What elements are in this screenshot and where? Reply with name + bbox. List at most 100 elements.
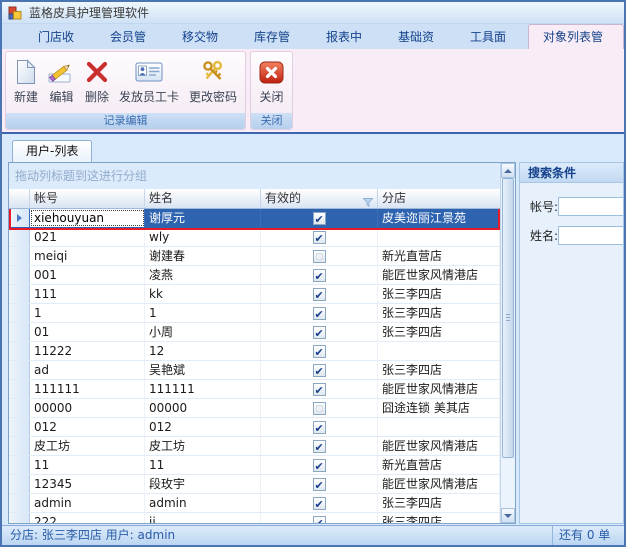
arrow-down-icon [504, 514, 512, 518]
change-password-button[interactable]: 更改密码 [184, 54, 242, 112]
checkbox-unchecked[interactable] [313, 250, 326, 263]
table-row[interactable]: 021wly [9, 228, 500, 247]
row-indicator [9, 513, 30, 523]
checkbox-checked[interactable] [313, 478, 326, 491]
close-window-icon [259, 57, 284, 87]
grid-rows-area: xiehouyuan谢厚元皮美迩丽江景苑021wlymeiqi谢建春新光直营店0… [9, 209, 500, 523]
checkbox-checked[interactable] [313, 497, 326, 510]
table-row[interactable]: adminadmin张三李四店 [9, 494, 500, 513]
checkbox-checked[interactable] [313, 516, 326, 524]
row-indicator [9, 342, 30, 360]
cell-branch [378, 228, 500, 246]
table-row[interactable]: 111111111111能匠世家风情港店 [9, 380, 500, 399]
button-label: 更改密码 [189, 90, 237, 104]
edit-button[interactable]: 编辑 [43, 54, 80, 112]
cell-valid [261, 361, 378, 379]
checkbox-checked[interactable] [313, 231, 326, 244]
scrollbar-thumb[interactable] [502, 178, 514, 458]
checkbox-unchecked[interactable] [313, 402, 326, 415]
ribbon-tab-2[interactable]: 移交物品 [168, 25, 240, 49]
table-row[interactable]: xiehouyuan谢厚元皮美迩丽江景苑 [9, 209, 500, 228]
checkbox-checked[interactable] [313, 212, 326, 225]
ribbon-tab-3[interactable]: 库存管理 [240, 25, 312, 49]
table-row[interactable]: 0000000000囧途连锁 美其店 [9, 399, 500, 418]
checkbox-checked[interactable] [313, 288, 326, 301]
checkbox-checked[interactable] [313, 364, 326, 377]
account-field-label: 帐号: [530, 198, 558, 215]
cell-name: 谢厚元 [145, 209, 261, 227]
checkbox-checked[interactable] [313, 326, 326, 339]
ribbon-group-caption: 记录编辑 [6, 113, 245, 129]
ribbon-tab-5[interactable]: 基础资料 [384, 25, 456, 49]
checkbox-checked[interactable] [313, 307, 326, 320]
cell-account: 021 [30, 228, 145, 246]
table-row[interactable]: ad吴艳斌张三李四店 [9, 361, 500, 380]
row-indicator [9, 323, 30, 341]
column-header-valid[interactable]: 有效的 [261, 189, 378, 208]
cell-valid [261, 247, 378, 265]
cell-account: 111 [30, 285, 145, 303]
delete-button[interactable]: 删除 [80, 54, 114, 112]
column-header-branch[interactable]: 分店 [378, 189, 500, 208]
vertical-scrollbar[interactable] [500, 163, 515, 523]
cell-valid [261, 399, 378, 417]
column-header-account[interactable]: 帐号 [30, 189, 145, 208]
row-indicator [9, 418, 30, 436]
user-list-grid: 拖动列标题到这进行分组 帐号 姓名 有效的 分店 xiehouyuan谢厚元皮美… [8, 162, 516, 524]
cell-valid [261, 513, 378, 523]
row-indicator [9, 361, 30, 379]
checkbox-checked[interactable] [313, 269, 326, 282]
ribbon-tab-1[interactable]: 会员管理 [96, 25, 168, 49]
ribbon-tab-7[interactable]: 对象列表管理 [528, 24, 624, 49]
table-row[interactable]: 001凌燕能匠世家风情港店 [9, 266, 500, 285]
cell-name: 谢建春 [145, 247, 261, 265]
cell-valid [261, 209, 378, 227]
cell-branch: 能匠世家风情港店 [378, 437, 500, 455]
cell-branch: 能匠世家风情港店 [378, 380, 500, 398]
app-grid-icon [8, 6, 22, 20]
document-tab-user-list[interactable]: 用户-列表 [12, 140, 92, 162]
table-row[interactable]: 222jj张三李四店 [9, 513, 500, 523]
column-header-name[interactable]: 姓名 [145, 189, 261, 208]
table-row[interactable]: 012012 [9, 418, 500, 437]
title-bar: 蓝格皮具护理管理软件 [2, 2, 624, 24]
cell-account: 12345 [30, 475, 145, 493]
cell-branch: 张三李四店 [378, 361, 500, 379]
table-row[interactable]: 111kk张三李四店 [9, 285, 500, 304]
checkbox-checked[interactable] [313, 421, 326, 434]
table-row[interactable]: 11张三李四店 [9, 304, 500, 323]
table-row[interactable]: 12345段玫宇能匠世家风情港店 [9, 475, 500, 494]
checkbox-checked[interactable] [313, 345, 326, 358]
ribbon-group-caption: 关闭 [251, 113, 292, 129]
cell-name: 段玫宇 [145, 475, 261, 493]
ribbon-tab-6[interactable]: 工具面板 [456, 25, 528, 49]
table-row[interactable]: 01小周张三李四店 [9, 323, 500, 342]
cell-valid [261, 228, 378, 246]
ribbon-group-1: 关闭关闭 [250, 51, 293, 130]
new-button[interactable]: 新建 [9, 54, 43, 112]
filter-funnel-icon[interactable] [363, 194, 373, 208]
cell-account: 01 [30, 323, 145, 341]
row-indicator [9, 399, 30, 417]
checkbox-checked[interactable] [313, 459, 326, 472]
checkbox-checked[interactable] [313, 440, 326, 453]
table-row[interactable]: meiqi谢建春新光直营店 [9, 247, 500, 266]
cell-branch: 新光直营店 [378, 456, 500, 474]
ribbon-tab-0[interactable]: 门店收银 [24, 25, 96, 49]
close-button[interactable]: 关闭 [254, 54, 289, 112]
scroll-up-button[interactable] [501, 163, 515, 178]
issue-employee-card-button[interactable]: 发放员工卡 [114, 54, 184, 112]
search-field-name: 姓名: [530, 226, 623, 245]
name-search-input[interactable] [558, 226, 624, 245]
table-row[interactable]: 1111新光直营店 [9, 456, 500, 475]
table-row[interactable]: 皮工坊皮工坊能匠世家风情港店 [9, 437, 500, 456]
scroll-down-button[interactable] [501, 508, 515, 523]
account-search-input[interactable] [558, 197, 624, 216]
table-row[interactable]: 1122212 [9, 342, 500, 361]
cell-name: wly [145, 228, 261, 246]
current-row-arrow-icon [17, 214, 22, 222]
status-bar: 分店: 张三李四店 用户: admin 还有 0 单 [2, 525, 624, 545]
checkbox-checked[interactable] [313, 383, 326, 396]
ribbon-tab-4[interactable]: 报表中心 [312, 25, 384, 49]
cell-branch: 张三李四店 [378, 304, 500, 322]
